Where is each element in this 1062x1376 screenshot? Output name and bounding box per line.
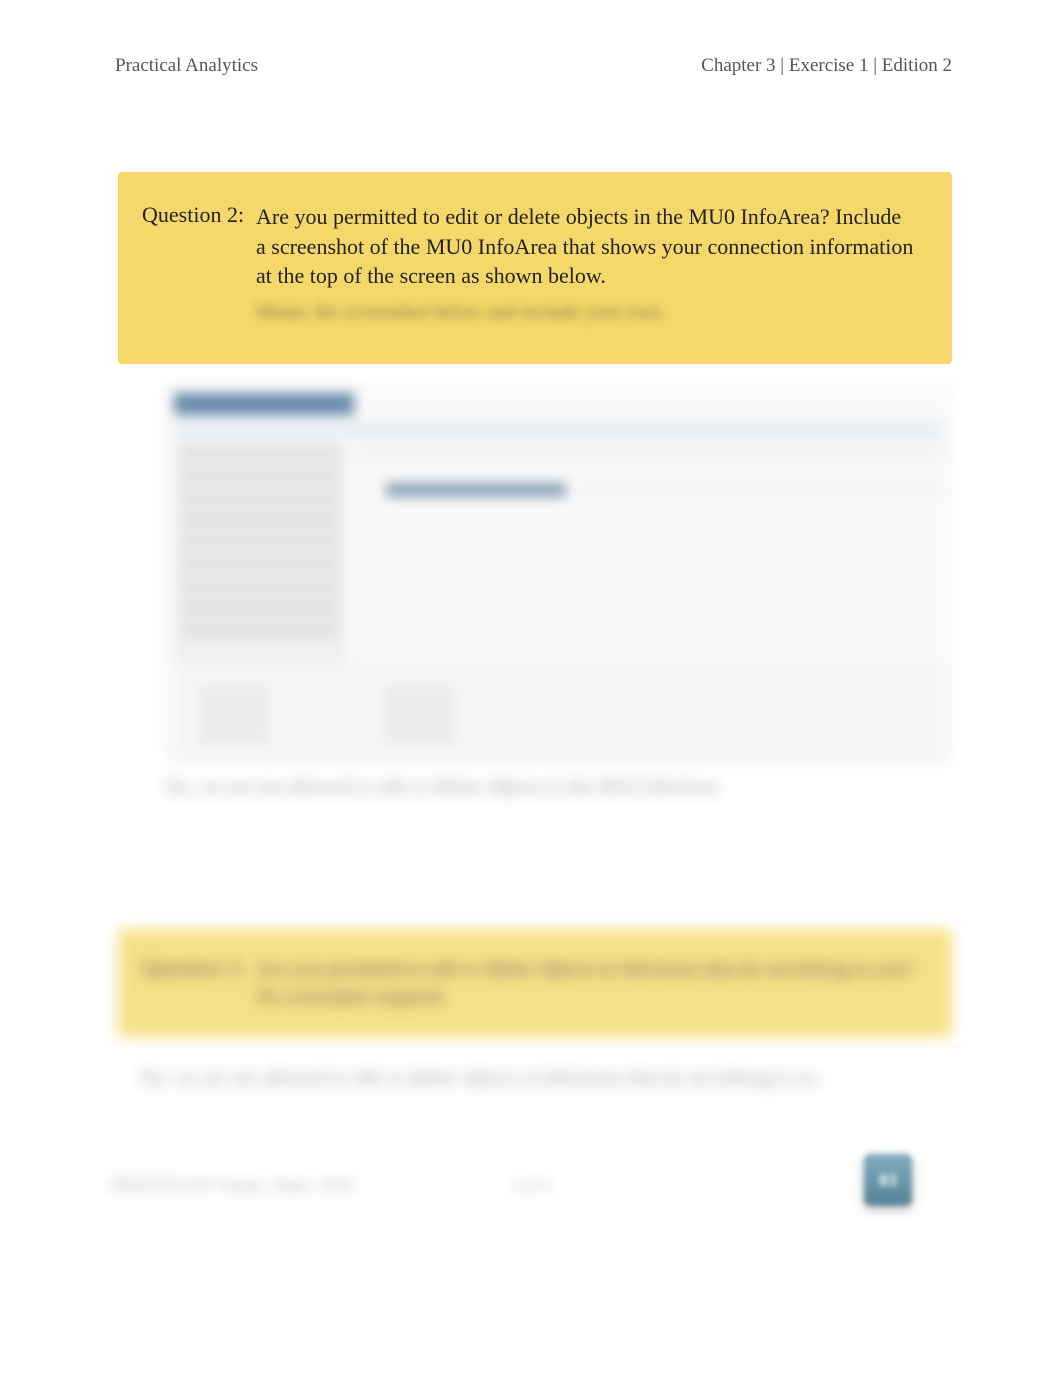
header-left: Practical Analytics — [115, 55, 258, 77]
answer-2-text: No, we are not allowed to edit or delete… — [165, 776, 952, 799]
header-right: Chapter 3 | Exercise 1 | Edition 2 — [701, 55, 952, 77]
question-2-box: Question 2: Are you permitted to edit or… — [118, 172, 952, 364]
question-2-text: Are you permitted to edit or delete obje… — [256, 202, 916, 326]
question-2-label: Question 2: — [142, 202, 252, 228]
page-number-badge: 03 — [864, 1154, 912, 1206]
question-2-subtext: Mimic the screenshot below and include y… — [256, 299, 916, 326]
screenshot-menubar — [174, 421, 943, 437]
screenshot-main-label — [386, 483, 566, 497]
page-header: Practical Analytics Chapter 3 | Exercise… — [0, 0, 1062, 77]
page-footer: PRINTED BY Name | Date | TOC 1 of 1 — [110, 1175, 952, 1196]
footer-left: PRINTED BY Name | Date | TOC — [110, 1175, 357, 1196]
footer-center: 1 of 1 — [510, 1175, 552, 1196]
screenshot-bottom-panel — [174, 663, 943, 763]
question-3-text: Are you permitted to edit or delete obje… — [256, 955, 916, 1011]
question-3-box: Question 3: Are you permitted to edit or… — [118, 929, 952, 1037]
screenshot-placeholder — [165, 384, 952, 764]
answer-3-text: No, we are not allowed to edit or delete… — [140, 1067, 952, 1090]
screenshot-toolbar — [356, 441, 943, 459]
question-3-label: Question 3: — [142, 955, 252, 981]
screenshot-titlebar — [174, 393, 354, 415]
